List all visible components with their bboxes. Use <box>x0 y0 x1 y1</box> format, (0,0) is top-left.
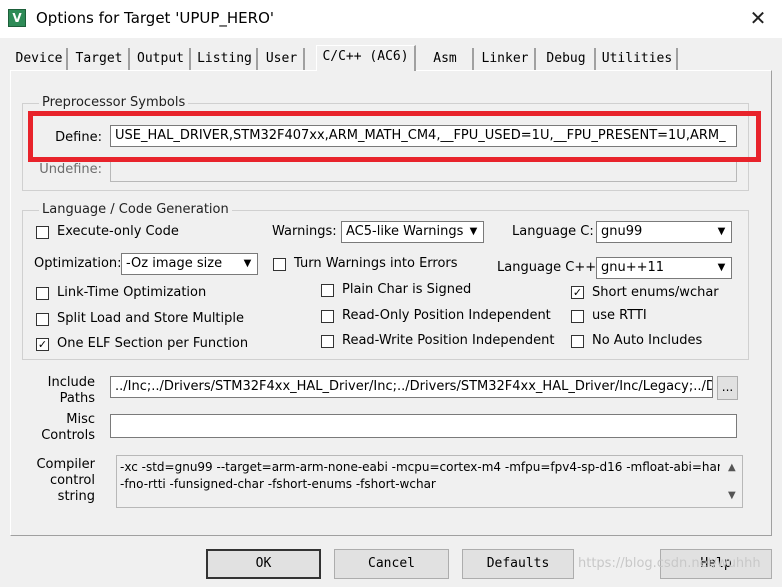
ro-pi-label: Read-Only Position Independent <box>342 308 551 323</box>
tab-listing[interactable]: Listing <box>193 48 258 70</box>
rw-pi-label: Read-Write Position Independent <box>342 333 555 348</box>
compiler-control-label-line1: Compiler <box>36 457 95 472</box>
compiler-control-line1: -xc -std=gnu99 --target=arm-arm-none-eab… <box>120 460 720 474</box>
tab-linker[interactable]: Linker <box>476 48 536 70</box>
plain-char-checkbox[interactable] <box>321 284 334 297</box>
warnings-value: AC5-like Warnings <box>346 224 464 239</box>
watermark: https://blog.csdn.net/wuhhh <box>578 556 761 571</box>
chevron-down-icon: ▼ <box>239 255 256 273</box>
include-paths-input[interactable]: ../Inc;../Drivers/STM32F4xx_HAL_Driver/I… <box>110 376 713 398</box>
rw-pi-checkbox[interactable] <box>321 335 334 348</box>
language-cpp-label: Language C++: <box>497 260 601 275</box>
chevron-down-icon: ▼ <box>465 223 482 241</box>
compiler-control-label-line2: control <box>49 473 95 488</box>
preprocessor-group-title: Preprocessor Symbols <box>39 95 189 110</box>
one-elf-checkbox[interactable]: ✓ <box>36 338 49 351</box>
misc-controls-label-line2: Controls <box>41 428 95 443</box>
link-time-label: Link-Time Optimization <box>57 285 207 300</box>
execute-only-label: Execute-only Code <box>57 224 179 239</box>
title-bar: V Options for Target 'UPUP_HERO' ✕ <box>0 0 782 38</box>
optimization-value: -Oz image size <box>126 256 223 271</box>
ok-button[interactable]: OK <box>206 549 321 579</box>
keil-app-icon: V <box>8 9 26 27</box>
include-paths-label-line2: Paths <box>59 391 95 406</box>
warnings-select[interactable]: AC5-like Warnings ▼ <box>341 221 484 243</box>
compiler-control-scrollbar[interactable]: ▲ ▼ <box>725 456 742 507</box>
turn-warnings-checkbox[interactable] <box>273 258 286 271</box>
define-highlight-box <box>28 111 761 162</box>
compiler-control-textarea[interactable]: -xc -std=gnu99 --target=arm-arm-none-eab… <box>116 455 743 508</box>
defaults-button[interactable]: Defaults <box>462 549 574 579</box>
scroll-down-icon[interactable]: ▼ <box>728 487 736 504</box>
tab-output[interactable]: Output <box>132 48 191 70</box>
link-time-checkbox[interactable] <box>36 287 49 300</box>
no-auto-includes-label: No Auto Includes <box>592 333 703 348</box>
turn-warnings-label: Turn Warnings into Errors <box>294 256 458 271</box>
no-auto-includes-checkbox[interactable] <box>571 335 584 348</box>
tab-utilities[interactable]: Utilities <box>598 48 678 70</box>
execute-only-checkbox[interactable] <box>36 226 49 239</box>
window-title: Options for Target 'UPUP_HERO' <box>36 9 274 27</box>
tab-device[interactable]: Device <box>12 48 68 70</box>
tab-debug[interactable]: Debug <box>538 48 596 70</box>
split-load-label: Split Load and Store Multiple <box>57 311 244 326</box>
language-c-label: Language C: <box>512 224 594 239</box>
misc-controls-input[interactable] <box>110 414 737 438</box>
language-c-select[interactable]: gnu99 ▼ <box>596 221 732 243</box>
language-cpp-select[interactable]: gnu++11 ▼ <box>596 257 732 279</box>
short-enums-label: Short enums/wchar <box>592 285 719 300</box>
use-rtti-label: use RTTI <box>592 308 647 323</box>
ro-pi-checkbox[interactable] <box>321 310 334 323</box>
tab-cc-ac6[interactable]: C/C++ (AC6) <box>316 45 416 71</box>
chevron-down-icon: ▼ <box>713 259 730 277</box>
language-c-value: gnu99 <box>601 224 643 239</box>
cancel-button[interactable]: Cancel <box>334 549 449 579</box>
undefine-input[interactable] <box>110 160 737 182</box>
warnings-label: Warnings: <box>272 224 337 239</box>
plain-char-label: Plain Char is Signed <box>342 282 472 297</box>
split-load-checkbox[interactable] <box>36 313 49 326</box>
misc-controls-label-line1: Misc <box>66 412 95 427</box>
optimization-label: Optimization: <box>34 256 122 271</box>
undefine-label: Undefine: <box>39 162 102 177</box>
close-icon[interactable]: ✕ <box>744 5 772 31</box>
compiler-control-label-line3: string <box>57 489 95 504</box>
language-group-title: Language / Code Generation <box>39 202 232 217</box>
compiler-control-line2: -fno-rtti -funsigned-char -fshort-enums … <box>120 477 436 491</box>
tab-user[interactable]: User <box>260 48 305 70</box>
tab-target[interactable]: Target <box>70 48 130 70</box>
include-paths-label-line1: Include <box>47 375 95 390</box>
chevron-down-icon: ▼ <box>713 223 730 241</box>
one-elf-label: One ELF Section per Function <box>57 336 249 351</box>
scroll-up-icon[interactable]: ▲ <box>728 459 736 476</box>
use-rtti-checkbox[interactable] <box>571 310 584 323</box>
short-enums-checkbox[interactable]: ✓ <box>571 286 584 299</box>
optimization-select[interactable]: -Oz image size ▼ <box>121 253 258 275</box>
include-paths-browse-button[interactable]: ... <box>717 376 738 400</box>
tab-asm[interactable]: Asm <box>418 48 474 70</box>
language-cpp-value: gnu++11 <box>601 260 665 275</box>
